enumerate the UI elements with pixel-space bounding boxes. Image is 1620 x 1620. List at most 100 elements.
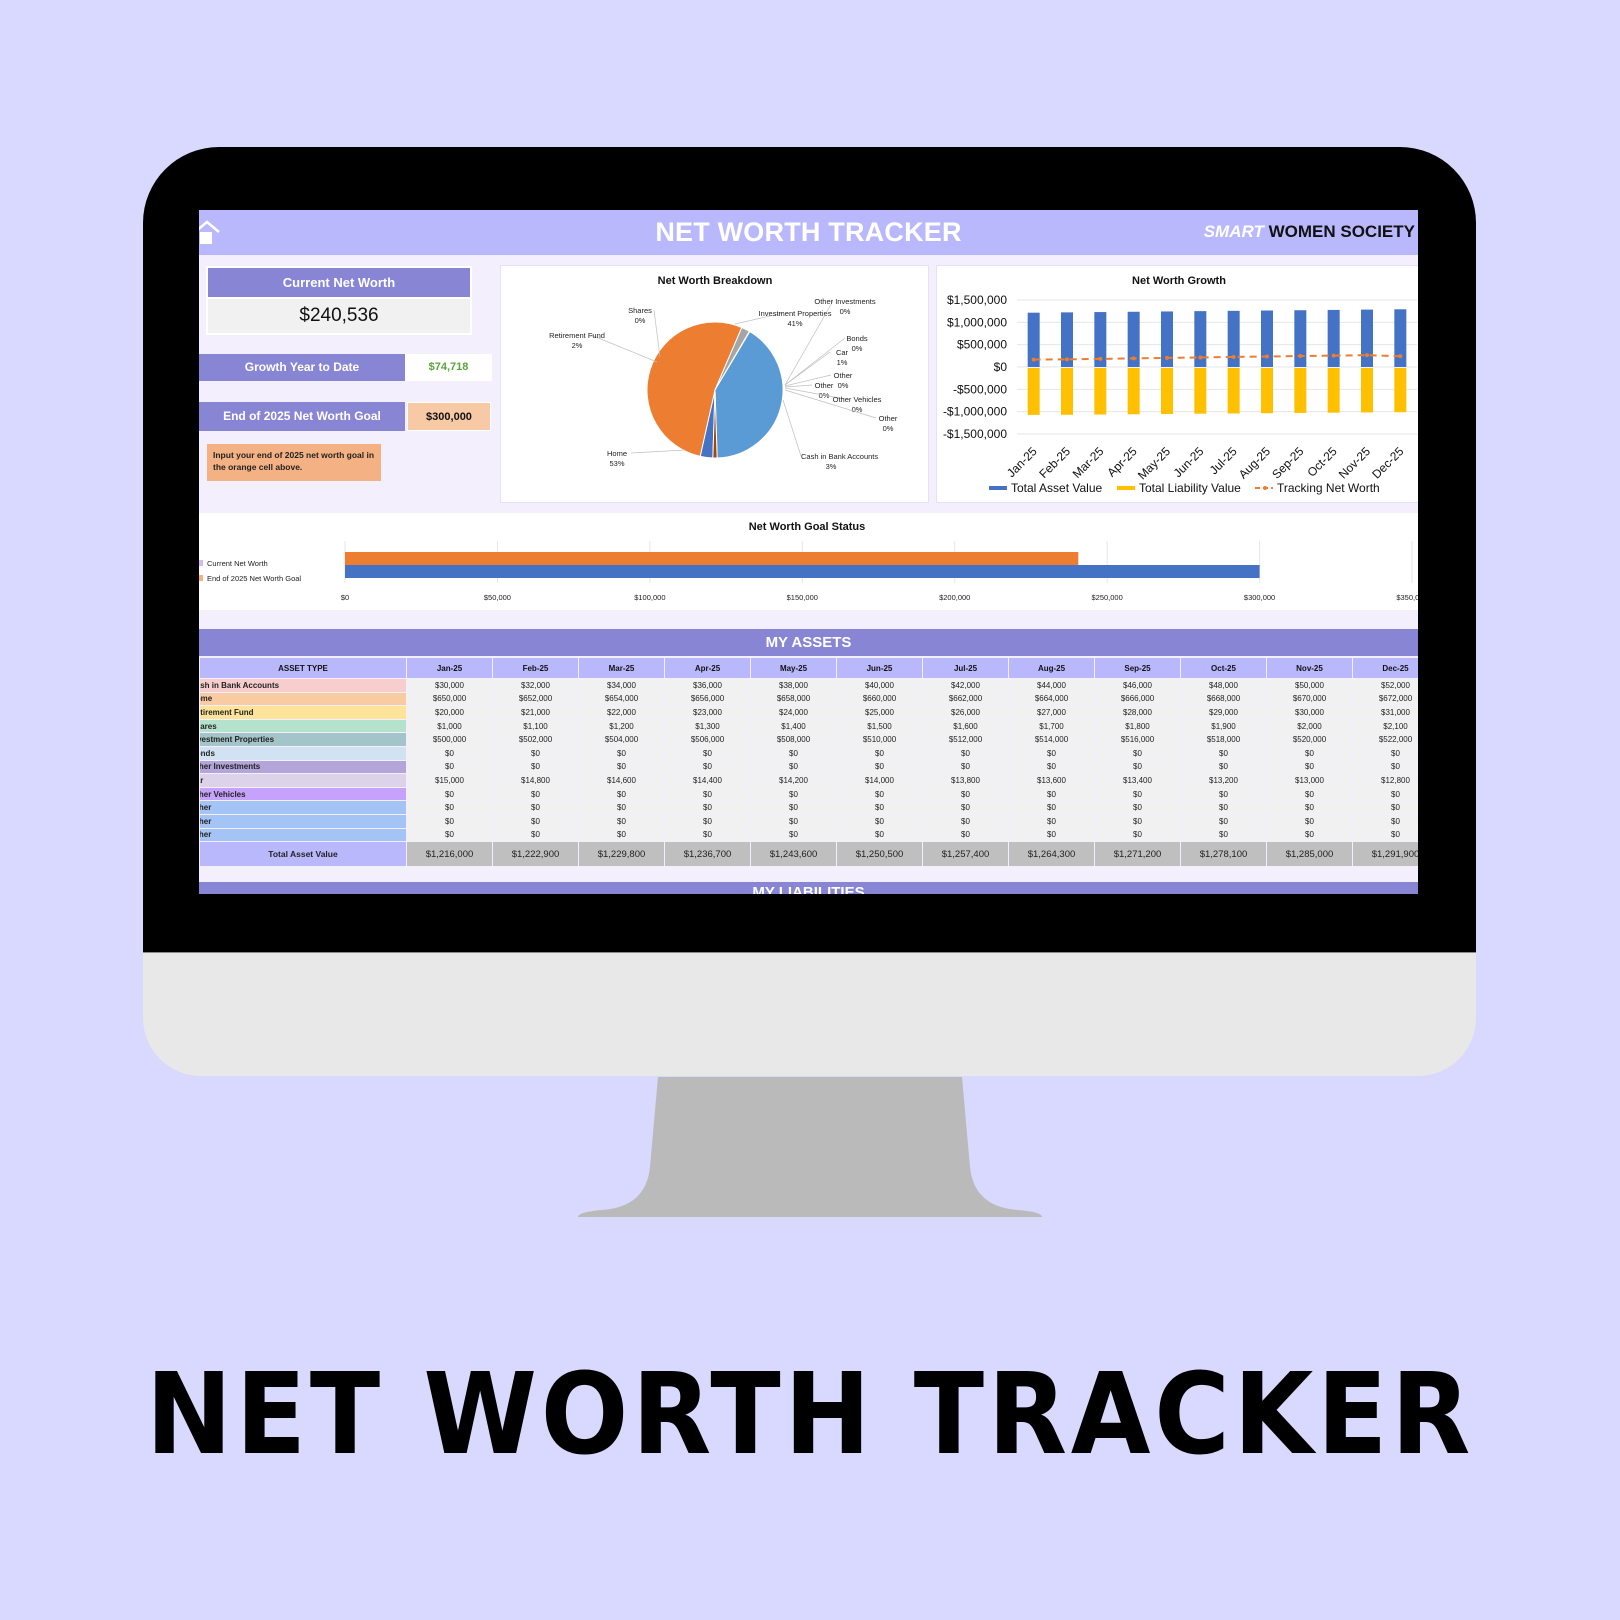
asset-value-cell[interactable]: $0 (665, 787, 750, 801)
asset-value-cell[interactable]: $15,000 (407, 774, 492, 787)
asset-value-cell[interactable]: $0 (1181, 787, 1266, 801)
column-header-month[interactable]: Nov-25 (1267, 658, 1352, 678)
asset-value-cell[interactable]: $26,000 (923, 706, 1008, 719)
liability-bar[interactable] (1027, 368, 1040, 415)
asset-value-cell[interactable]: $0 (751, 828, 836, 842)
total-value-cell[interactable]: $1,236,700 (665, 842, 750, 867)
net-worth-point[interactable] (1231, 354, 1236, 359)
asset-value-cell[interactable]: $0 (493, 746, 578, 760)
asset-value-cell[interactable]: $46,000 (1095, 679, 1180, 692)
asset-value-cell[interactable]: $0 (665, 760, 750, 774)
asset-value-cell[interactable]: $24,000 (751, 706, 836, 719)
asset-value-cell[interactable]: $650,000 (407, 692, 492, 706)
liability-bar[interactable] (1127, 368, 1140, 415)
asset-bar[interactable] (1327, 309, 1340, 367)
asset-value-cell[interactable]: $0 (1267, 760, 1352, 774)
asset-value-cell[interactable]: $14,400 (665, 774, 750, 787)
asset-value-cell[interactable]: $0 (751, 814, 836, 828)
asset-value-cell[interactable]: $0 (1009, 746, 1094, 760)
net-worth-goal-status-chart[interactable]: Net Worth Goal Status $0 $50,000 $100,000 $… (199, 513, 1418, 610)
asset-value-cell[interactable]: $0 (579, 801, 664, 814)
asset-value-cell[interactable]: $0 (493, 828, 578, 842)
asset-value-cell[interactable]: $25,000 (837, 706, 922, 719)
asset-value-cell[interactable]: $506,000 (665, 733, 750, 746)
asset-bar[interactable] (1361, 309, 1373, 367)
asset-value-cell[interactable]: $0 (1267, 814, 1352, 828)
asset-value-cell[interactable]: $508,000 (751, 733, 836, 746)
asset-value-cell[interactable]: $48,000 (1181, 679, 1266, 692)
asset-value-cell[interactable]: $1,500 (837, 719, 922, 733)
asset-type-cell[interactable]: Other (200, 828, 406, 842)
asset-value-cell[interactable]: $31,000 (1353, 706, 1418, 719)
asset-value-cell[interactable]: $510,000 (837, 733, 922, 746)
asset-value-cell[interactable]: $0 (837, 760, 922, 774)
asset-type-cell[interactable]: Bonds (200, 746, 406, 760)
column-header-month[interactable]: Sep-25 (1095, 658, 1180, 678)
asset-type-cell[interactable]: Investment Properties (200, 733, 406, 746)
asset-value-cell[interactable]: $656,000 (665, 692, 750, 706)
asset-value-cell[interactable]: $0 (1181, 746, 1266, 760)
asset-value-cell[interactable]: $504,000 (579, 733, 664, 746)
asset-value-cell[interactable]: $0 (665, 746, 750, 760)
liability-bar[interactable] (1261, 368, 1273, 414)
asset-value-cell[interactable]: $0 (665, 801, 750, 814)
asset-value-cell[interactable]: $0 (1181, 814, 1266, 828)
asset-value-cell[interactable]: $662,000 (923, 692, 1008, 706)
asset-value-cell[interactable]: $522,000 (1353, 733, 1418, 746)
asset-bar[interactable] (1261, 310, 1273, 367)
asset-value-cell[interactable]: $0 (1181, 760, 1266, 774)
asset-value-cell[interactable]: $0 (923, 828, 1008, 842)
asset-value-cell[interactable]: $666,000 (1095, 692, 1180, 706)
asset-value-cell[interactable]: $0 (1267, 801, 1352, 814)
asset-value-cell[interactable]: $0 (751, 760, 836, 774)
asset-value-cell[interactable]: $0 (751, 801, 836, 814)
asset-value-cell[interactable]: $0 (751, 787, 836, 801)
asset-value-cell[interactable]: $50,000 (1267, 679, 1352, 692)
asset-value-cell[interactable]: $30,000 (1267, 706, 1352, 719)
asset-value-cell[interactable]: $44,000 (1009, 679, 1094, 692)
asset-value-cell[interactable]: $36,000 (665, 679, 750, 692)
asset-value-cell[interactable]: $0 (493, 801, 578, 814)
asset-value-cell[interactable]: $1,000 (407, 719, 492, 733)
asset-value-cell[interactable]: $23,000 (665, 706, 750, 719)
asset-value-cell[interactable]: $0 (579, 787, 664, 801)
liability-bar[interactable] (1361, 368, 1373, 413)
asset-value-cell[interactable]: $1,400 (751, 719, 836, 733)
column-header-month[interactable]: Jun-25 (837, 658, 922, 678)
net-worth-point[interactable] (1331, 353, 1336, 358)
asset-value-cell[interactable]: $0 (407, 787, 492, 801)
asset-value-cell[interactable]: $516,000 (1095, 733, 1180, 746)
liability-bar[interactable] (1394, 368, 1407, 413)
asset-value-cell[interactable]: $0 (407, 746, 492, 760)
asset-value-cell[interactable]: $32,000 (493, 679, 578, 692)
asset-value-cell[interactable]: $1,700 (1009, 719, 1094, 733)
asset-value-cell[interactable]: $0 (1009, 787, 1094, 801)
asset-value-cell[interactable]: $27,000 (1009, 706, 1094, 719)
asset-value-cell[interactable]: $0 (1095, 787, 1180, 801)
asset-value-cell[interactable]: $0 (1353, 760, 1418, 774)
asset-value-cell[interactable]: $500,000 (407, 733, 492, 746)
asset-value-cell[interactable]: $0 (837, 814, 922, 828)
asset-value-cell[interactable]: $1,800 (1095, 719, 1180, 733)
total-value-cell[interactable]: $1,285,000 (1267, 842, 1352, 867)
asset-value-cell[interactable]: $42,000 (923, 679, 1008, 692)
asset-value-cell[interactable]: $502,000 (493, 733, 578, 746)
asset-type-cell[interactable]: Car (200, 774, 406, 787)
growth-ytd-value[interactable]: $74,718 (405, 354, 492, 381)
column-header-month[interactable]: Jul-25 (923, 658, 1008, 678)
asset-value-cell[interactable]: $0 (1353, 828, 1418, 842)
asset-value-cell[interactable]: $2,000 (1267, 719, 1352, 733)
total-value-cell[interactable]: $1,257,400 (923, 842, 1008, 867)
asset-value-cell[interactable]: $0 (407, 760, 492, 774)
net-worth-breakdown-chart[interactable]: Net Worth Breakdown Cash in Bank Account… (500, 265, 929, 503)
net-worth-point[interactable] (1065, 357, 1069, 362)
asset-value-cell[interactable]: $0 (1009, 814, 1094, 828)
asset-value-cell[interactable]: $660,000 (837, 692, 922, 706)
asset-value-cell[interactable]: $1,300 (665, 719, 750, 733)
net-worth-point[interactable] (1031, 357, 1036, 362)
column-header-month[interactable]: Dec-25 (1353, 658, 1418, 678)
asset-value-cell[interactable]: $0 (579, 828, 664, 842)
asset-value-cell[interactable]: $0 (665, 814, 750, 828)
liability-bar[interactable] (1194, 368, 1207, 414)
asset-value-cell[interactable]: $0 (837, 828, 922, 842)
